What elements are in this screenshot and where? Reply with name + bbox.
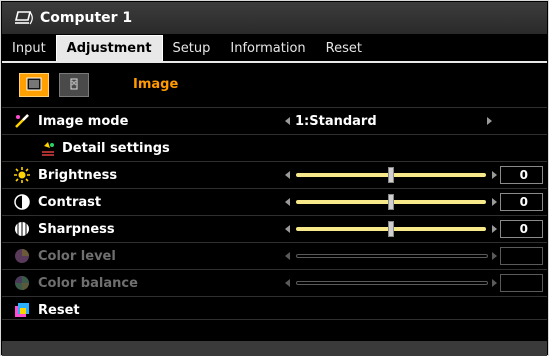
reset-icon: [14, 302, 30, 318]
right-arrow-icon: [492, 252, 497, 260]
row-detail-settings[interactable]: Detail settings: [2, 134, 547, 161]
row-image-mode[interactable]: Image mode 1:Standard: [2, 107, 547, 134]
color-balance-label: Color balance: [38, 275, 138, 291]
window-title: Computer 1: [40, 10, 133, 26]
detail-settings-icon: [40, 140, 56, 156]
slider-fill: [296, 254, 488, 258]
row-sharpness[interactable]: Sharpness 0: [2, 215, 547, 242]
image-submenu-button[interactable]: [19, 73, 49, 97]
right-arrow-icon[interactable]: [492, 225, 497, 233]
sharpness-icon: [14, 221, 30, 237]
brightness-label: Brightness: [38, 167, 118, 183]
settings-list: Image mode 1:Standard Detail settings Br…: [2, 107, 547, 323]
left-arrow-icon[interactable]: [285, 171, 290, 179]
brightness-value: 0: [500, 166, 543, 184]
pc-input-icon: [14, 10, 34, 26]
empty-row: [2, 319, 547, 342]
slider-track: [296, 279, 488, 287]
right-arrow-icon[interactable]: [492, 171, 497, 179]
color-level-label: Color level: [38, 248, 116, 264]
right-arrow-icon: [492, 279, 497, 287]
color-level-icon: [14, 248, 30, 264]
image-frame-icon: [26, 76, 42, 95]
right-arrow-icon[interactable]: [487, 117, 492, 125]
image-mode-value: 1:Standard: [295, 113, 377, 129]
left-arrow-icon: [285, 279, 290, 287]
title-bar: Computer 1: [2, 2, 547, 34]
right-arrow-icon[interactable]: [492, 198, 497, 206]
color-balance-icon: [14, 275, 30, 291]
row-brightness[interactable]: Brightness 0: [2, 161, 547, 188]
tab-reset[interactable]: Reset: [316, 37, 372, 61]
slider-knob[interactable]: [388, 167, 394, 183]
color-balance-value: [500, 274, 543, 292]
sharpness-label: Sharpness: [38, 221, 115, 237]
brightness-sun-icon: [14, 167, 30, 183]
footer-bar: [2, 341, 547, 356]
left-arrow-icon[interactable]: [285, 225, 290, 233]
slider-track: [296, 252, 488, 260]
color-balance-slider: [285, 270, 497, 296]
submenu-label: Image: [133, 77, 179, 92]
row-color-level: Color level: [2, 242, 547, 269]
contrast-value: 0: [500, 193, 543, 211]
sharpness-slider[interactable]: [285, 216, 497, 242]
color-level-slider: [285, 243, 497, 269]
tab-setup[interactable]: Setup: [163, 37, 221, 61]
reset-label: Reset: [38, 302, 80, 318]
slider-knob[interactable]: [388, 194, 394, 210]
tab-input[interactable]: Input: [2, 37, 56, 61]
row-contrast[interactable]: Contrast 0: [2, 188, 547, 215]
slider-track[interactable]: [296, 221, 486, 237]
tab-adjustment[interactable]: Adjustment: [55, 35, 163, 61]
sharpness-value: 0: [500, 220, 543, 238]
adjust-icon: [66, 76, 82, 95]
brightness-slider[interactable]: [285, 162, 497, 188]
contrast-icon: [14, 194, 30, 210]
tab-information[interactable]: Information: [220, 37, 315, 61]
left-arrow-icon[interactable]: [285, 198, 290, 206]
image-mode-selector[interactable]: 1:Standard: [285, 108, 492, 134]
image-mode-label: Image mode: [38, 113, 129, 129]
image-mode-icon: [14, 113, 30, 129]
slider-fill: [296, 281, 488, 285]
contrast-label: Contrast: [38, 194, 102, 210]
slider-track[interactable]: [296, 167, 486, 183]
row-color-balance: Color balance: [2, 269, 547, 296]
slider-track[interactable]: [296, 194, 486, 210]
left-arrow-icon: [285, 252, 290, 260]
detail-settings-label: Detail settings: [62, 140, 170, 156]
osd-menu: Computer 1 Input Adjustment Setup Inform…: [0, 0, 549, 356]
slider-knob[interactable]: [388, 221, 394, 237]
contrast-slider[interactable]: [285, 189, 497, 215]
tab-bar: Input Adjustment Setup Information Reset: [2, 35, 547, 63]
submenu-bar: Image: [2, 63, 547, 107]
left-arrow-icon[interactable]: [285, 117, 290, 125]
options-submenu-button[interactable]: [59, 73, 89, 97]
color-level-value: [500, 247, 543, 265]
